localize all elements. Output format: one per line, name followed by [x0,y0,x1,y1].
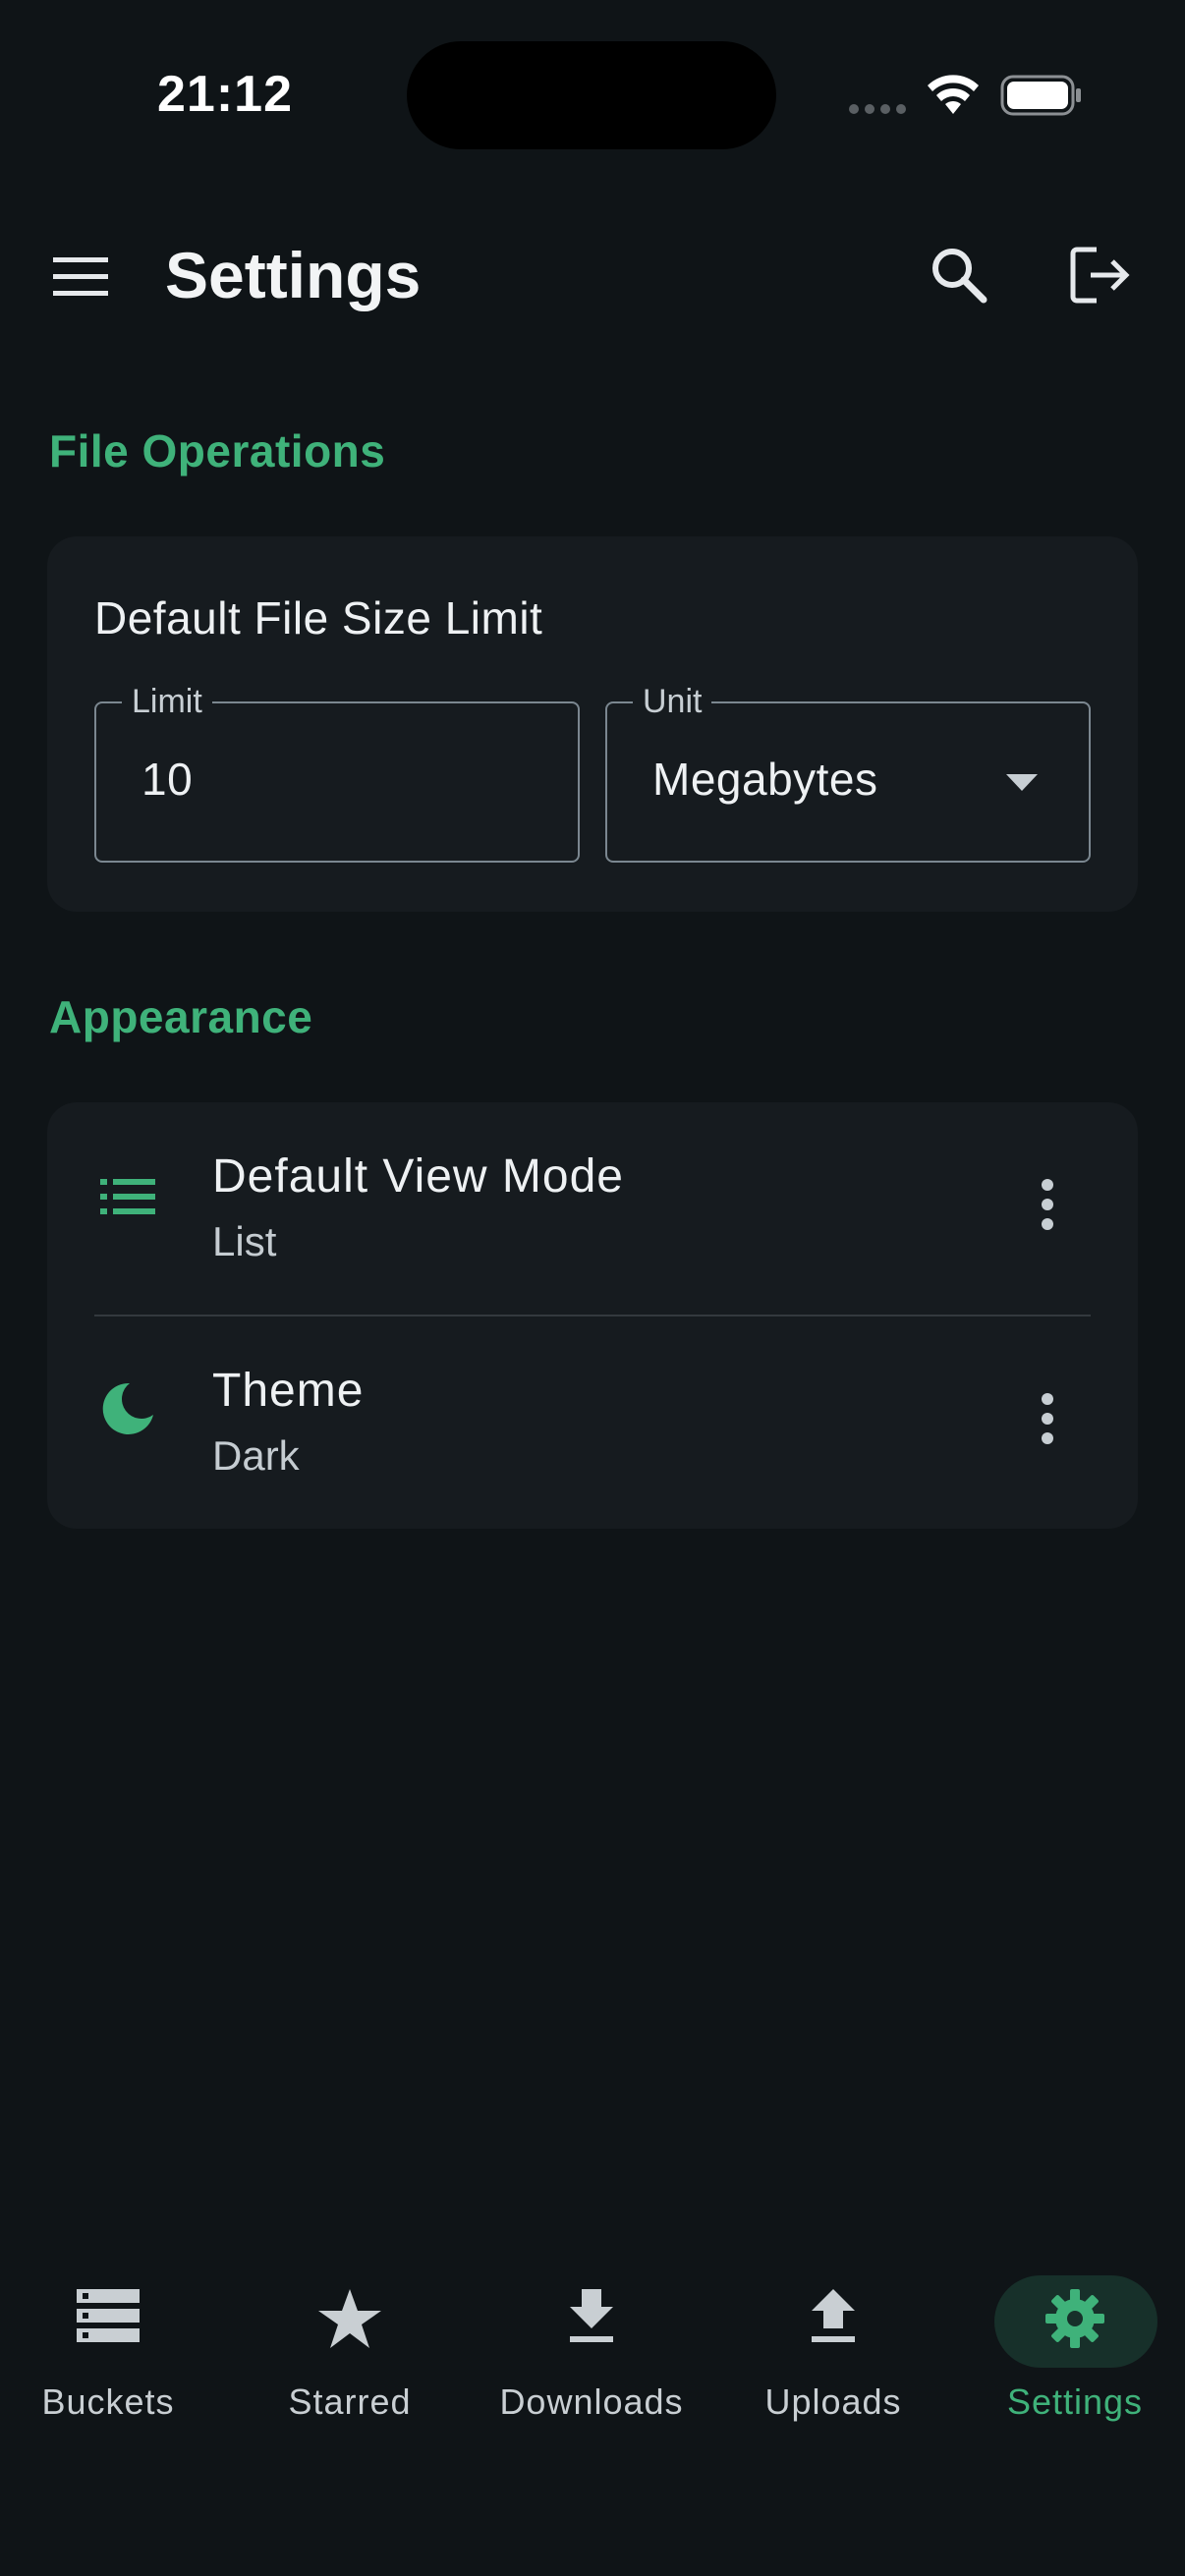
section-title-appearance: Appearance [49,991,313,1042]
upload-icon [812,2289,855,2342]
nav-item-uploads[interactable]: Uploads [725,2250,941,2456]
nav-item-downloads[interactable]: Downloads [483,2250,700,2456]
item-title: Default View Mode [212,1150,624,1203]
file-size-card: Default File Size Limit Limit 10 Unit Me… [47,536,1138,912]
section-title-file-operations: File Operations [49,425,386,476]
item-value: Dark [212,1432,300,1479]
file-size-limit-label: Default File Size Limit [94,592,543,644]
storage-icon [77,2289,140,2342]
more-vertical-icon[interactable] [1040,1179,1055,1230]
unit-value: Megabytes [652,754,878,805]
list-icon [100,1179,155,1214]
download-icon [570,2289,613,2342]
menu-icon[interactable] [53,255,108,299]
limit-legend: Limit [122,680,212,723]
search-icon[interactable] [930,246,988,305]
status-time: 21:12 [157,66,293,123]
item-title: Theme [212,1365,365,1417]
bottom-navigation: Buckets Starred Downloads Uploads Settin… [0,2250,1185,2456]
wifi-icon [928,75,979,114]
nav-item-settings[interactable]: Settings [967,2250,1183,2456]
page-title: Settings [165,239,422,311]
nav-label: Uploads [764,2381,902,2422]
nav-item-starred[interactable]: Starred [242,2250,458,2456]
logout-icon[interactable] [1069,246,1132,305]
moon-icon [102,1382,153,1434]
nav-label: Downloads [499,2381,684,2422]
nav-label: Starred [288,2381,412,2422]
battery-icon [1000,75,1081,116]
star-icon [318,2289,381,2348]
unit-select[interactable]: Unit Megabytes [605,680,1091,863]
app-bar: Settings [0,216,1185,344]
nav-label: Buckets [41,2381,175,2422]
cellular-signal-icon [849,104,906,114]
more-vertical-icon[interactable] [1040,1393,1055,1444]
limit-input[interactable]: Limit 10 [94,680,580,863]
dynamic-island [407,41,776,149]
status-bar: 21:12 [0,0,1185,196]
dropdown-arrow-icon [1006,774,1038,791]
appearance-card: Default View Mode List Theme Dark [47,1102,1138,1529]
gear-icon [1045,2289,1104,2348]
nav-item-buckets[interactable]: Buckets [0,2250,216,2456]
item-value: List [212,1218,277,1264]
list-item-theme[interactable]: Theme Dark [47,1316,1138,1529]
unit-legend: Unit [633,680,712,723]
nav-label: Settings [1006,2381,1144,2422]
limit-value: 10 [141,754,194,805]
list-item-default-view-mode[interactable]: Default View Mode List [47,1102,1138,1316]
